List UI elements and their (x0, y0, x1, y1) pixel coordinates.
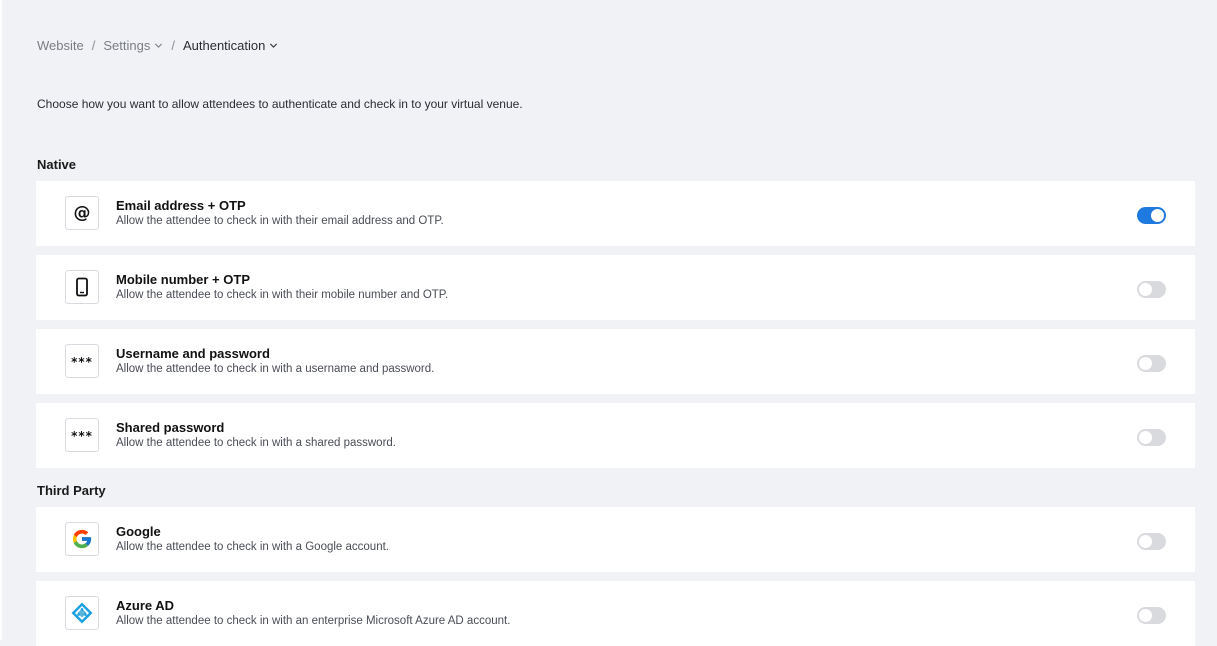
breadcrumb-website-label: Website (37, 37, 84, 53)
chevron-down-icon (270, 43, 278, 48)
breadcrumb-separator: / (91, 37, 96, 53)
auth-method-description: Allow the attendee to check in with thei… (116, 215, 444, 227)
at-sign-glyph: @ (73, 202, 91, 223)
auth-method-title: Email address + OTP (116, 198, 246, 213)
chevron-down-icon (155, 43, 163, 48)
toggle-knob (1139, 535, 1152, 548)
auth-method-title: Google (116, 524, 161, 539)
google-logo-icon (65, 522, 99, 556)
google-logo-svg (72, 529, 92, 549)
mobile-phone-svg (76, 277, 88, 297)
section-title-native: Native (37, 157, 77, 172)
auth-method-description: Allow the attendee to check in with an e… (116, 615, 511, 627)
shared-password-toggle[interactable] (1137, 429, 1166, 446)
toggle-knob (1139, 431, 1152, 444)
breadcrumb-settings-label: Settings (103, 37, 151, 53)
auth-method-google: Google Allow the attendee to check in wi… (36, 507, 1195, 572)
auth-method-username-password: *** Username and password Allow the atte… (36, 329, 1195, 394)
google-toggle[interactable] (1137, 533, 1166, 550)
auth-method-title: Username and password (116, 346, 270, 361)
mobile-otp-toggle[interactable] (1137, 281, 1166, 298)
azure-ad-toggle[interactable] (1137, 607, 1166, 624)
breadcrumb: Website / Settings / Authentication (37, 36, 278, 54)
at-sign-icon: @ (65, 196, 99, 230)
azure-ad-logo-svg (71, 602, 93, 624)
breadcrumb-settings[interactable]: Settings (103, 38, 163, 53)
auth-method-email-otp: @ Email address + OTP Allow the attendee… (36, 181, 1195, 246)
password-dots-icon: *** (65, 418, 99, 452)
mobile-phone-icon (65, 270, 99, 304)
auth-method-shared-password: *** Shared password Allow the attendee t… (36, 403, 1195, 468)
breadcrumb-authentication[interactable]: Authentication (183, 38, 278, 53)
username-password-toggle[interactable] (1137, 355, 1166, 372)
toggle-knob (1151, 209, 1164, 222)
page-description: Choose how you want to allow attendees t… (37, 97, 523, 111)
toggle-knob (1139, 609, 1152, 622)
section-title-third-party: Third Party (37, 483, 106, 498)
toggle-knob (1139, 357, 1152, 370)
auth-method-title: Azure AD (116, 598, 175, 613)
email-otp-toggle[interactable] (1137, 207, 1166, 224)
password-dots-icon: *** (65, 344, 99, 378)
toggle-knob (1139, 283, 1152, 296)
auth-method-description: Allow the attendee to check in with a us… (116, 363, 435, 375)
auth-method-title: Shared password (116, 420, 225, 435)
auth-method-description: Allow the attendee to check in with a Go… (116, 541, 389, 553)
breadcrumb-authentication-label: Authentication (182, 37, 266, 53)
auth-method-description: Allow the attendee to check in with a sh… (116, 437, 396, 449)
azure-ad-logo-icon (65, 596, 99, 630)
breadcrumb-separator: / (171, 37, 175, 53)
password-dots-glyph: *** (71, 429, 93, 443)
auth-method-mobile-otp: Mobile number + OTP Allow the attendee t… (36, 255, 1195, 320)
auth-method-title: Mobile number + OTP (116, 272, 250, 287)
auth-method-description: Allow the attendee to check in with thei… (116, 289, 449, 301)
auth-method-azure-ad: Azure AD Allow the attendee to check in … (36, 581, 1195, 646)
breadcrumb-website[interactable]: Website (37, 38, 84, 53)
password-dots-glyph: *** (71, 355, 93, 369)
